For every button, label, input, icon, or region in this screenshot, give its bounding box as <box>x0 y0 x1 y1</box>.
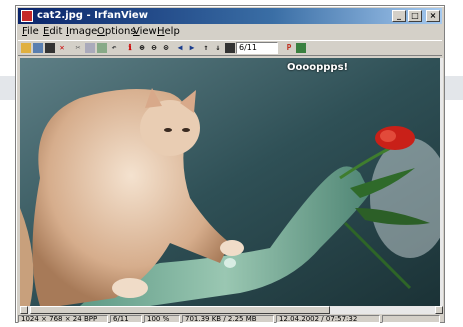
zoom-reset-icon[interactable]: ⊙ <box>161 43 171 53</box>
first-icon[interactable]: ⇑ <box>201 43 211 53</box>
image-viewport[interactable]: Ooooppps! <box>20 58 440 306</box>
status-size: 701.39 KB / 2.25 MB <box>182 315 274 323</box>
irfanview-window: cat2.jpg - IrfanView _ □ × File Edit Ima… <box>15 5 445 323</box>
title-bar[interactable]: cat2.jpg - IrfanView _ □ × <box>18 8 442 24</box>
slideshow-icon[interactable] <box>225 43 235 53</box>
cut-icon[interactable]: ✂ <box>73 43 83 53</box>
delete-icon[interactable]: ✕ <box>57 43 67 53</box>
menu-options[interactable]: Options <box>97 26 136 37</box>
next-icon[interactable]: ▶ <box>187 43 197 53</box>
close-button[interactable]: × <box>426 10 440 22</box>
toolbar: ✕ ✂ ↶ ℹ ⊕ ⊖ ⊙ ◀ ▶ ⇑ ⇓ 6/11 P <box>18 40 442 56</box>
status-datetime: 12.04.2002 / 07:57:32 <box>276 315 380 323</box>
page-number-field[interactable]: 6/11 <box>236 42 278 54</box>
irfanview-app-icon[interactable] <box>21 10 33 22</box>
status-zoom: 100 % <box>144 315 180 323</box>
menu-bar: File Edit Image Options View Help <box>18 25 442 39</box>
scroll-left-button[interactable] <box>20 306 28 314</box>
window-title: cat2.jpg - IrfanView <box>37 10 148 21</box>
vertical-scrollbar[interactable] <box>440 58 443 306</box>
status-dimensions: 1024 × 768 × 24 BPP <box>18 315 108 323</box>
save-icon[interactable] <box>45 43 55 53</box>
paint-icon[interactable]: P <box>284 43 294 53</box>
image-caption: Ooooppps! <box>287 62 349 73</box>
scroll-right-button[interactable] <box>435 306 443 314</box>
open-folder-icon[interactable] <box>21 43 31 53</box>
scroll-thumb[interactable] <box>30 306 330 314</box>
zoom-in-icon[interactable]: ⊕ <box>137 43 147 53</box>
minimize-button[interactable]: _ <box>392 10 406 22</box>
maximize-button[interactable]: □ <box>408 10 422 22</box>
menu-edit[interactable]: Edit <box>43 26 62 37</box>
paste-icon[interactable] <box>97 43 107 53</box>
zoom-out-icon[interactable]: ⊖ <box>149 43 159 53</box>
prev-icon[interactable]: ◀ <box>175 43 185 53</box>
status-bar: 1024 × 768 × 24 BPP 6/11 100 % 701.39 KB… <box>18 315 442 323</box>
menu-file[interactable]: File <box>22 26 39 37</box>
scan-icon[interactable] <box>296 43 306 53</box>
status-extra <box>382 315 440 323</box>
thumbnails-icon[interactable] <box>33 43 43 53</box>
menu-image[interactable]: Image <box>66 26 97 37</box>
copy-icon[interactable] <box>85 43 95 53</box>
info-icon[interactable]: ℹ <box>125 43 135 53</box>
cat-photo <box>20 58 440 306</box>
menu-help[interactable]: Help <box>157 26 180 37</box>
horizontal-scrollbar[interactable] <box>20 306 443 314</box>
undo-icon[interactable]: ↶ <box>109 43 119 53</box>
last-icon[interactable]: ⇓ <box>213 43 223 53</box>
menu-view[interactable]: View <box>133 26 157 37</box>
status-page: 6/11 <box>110 315 142 323</box>
